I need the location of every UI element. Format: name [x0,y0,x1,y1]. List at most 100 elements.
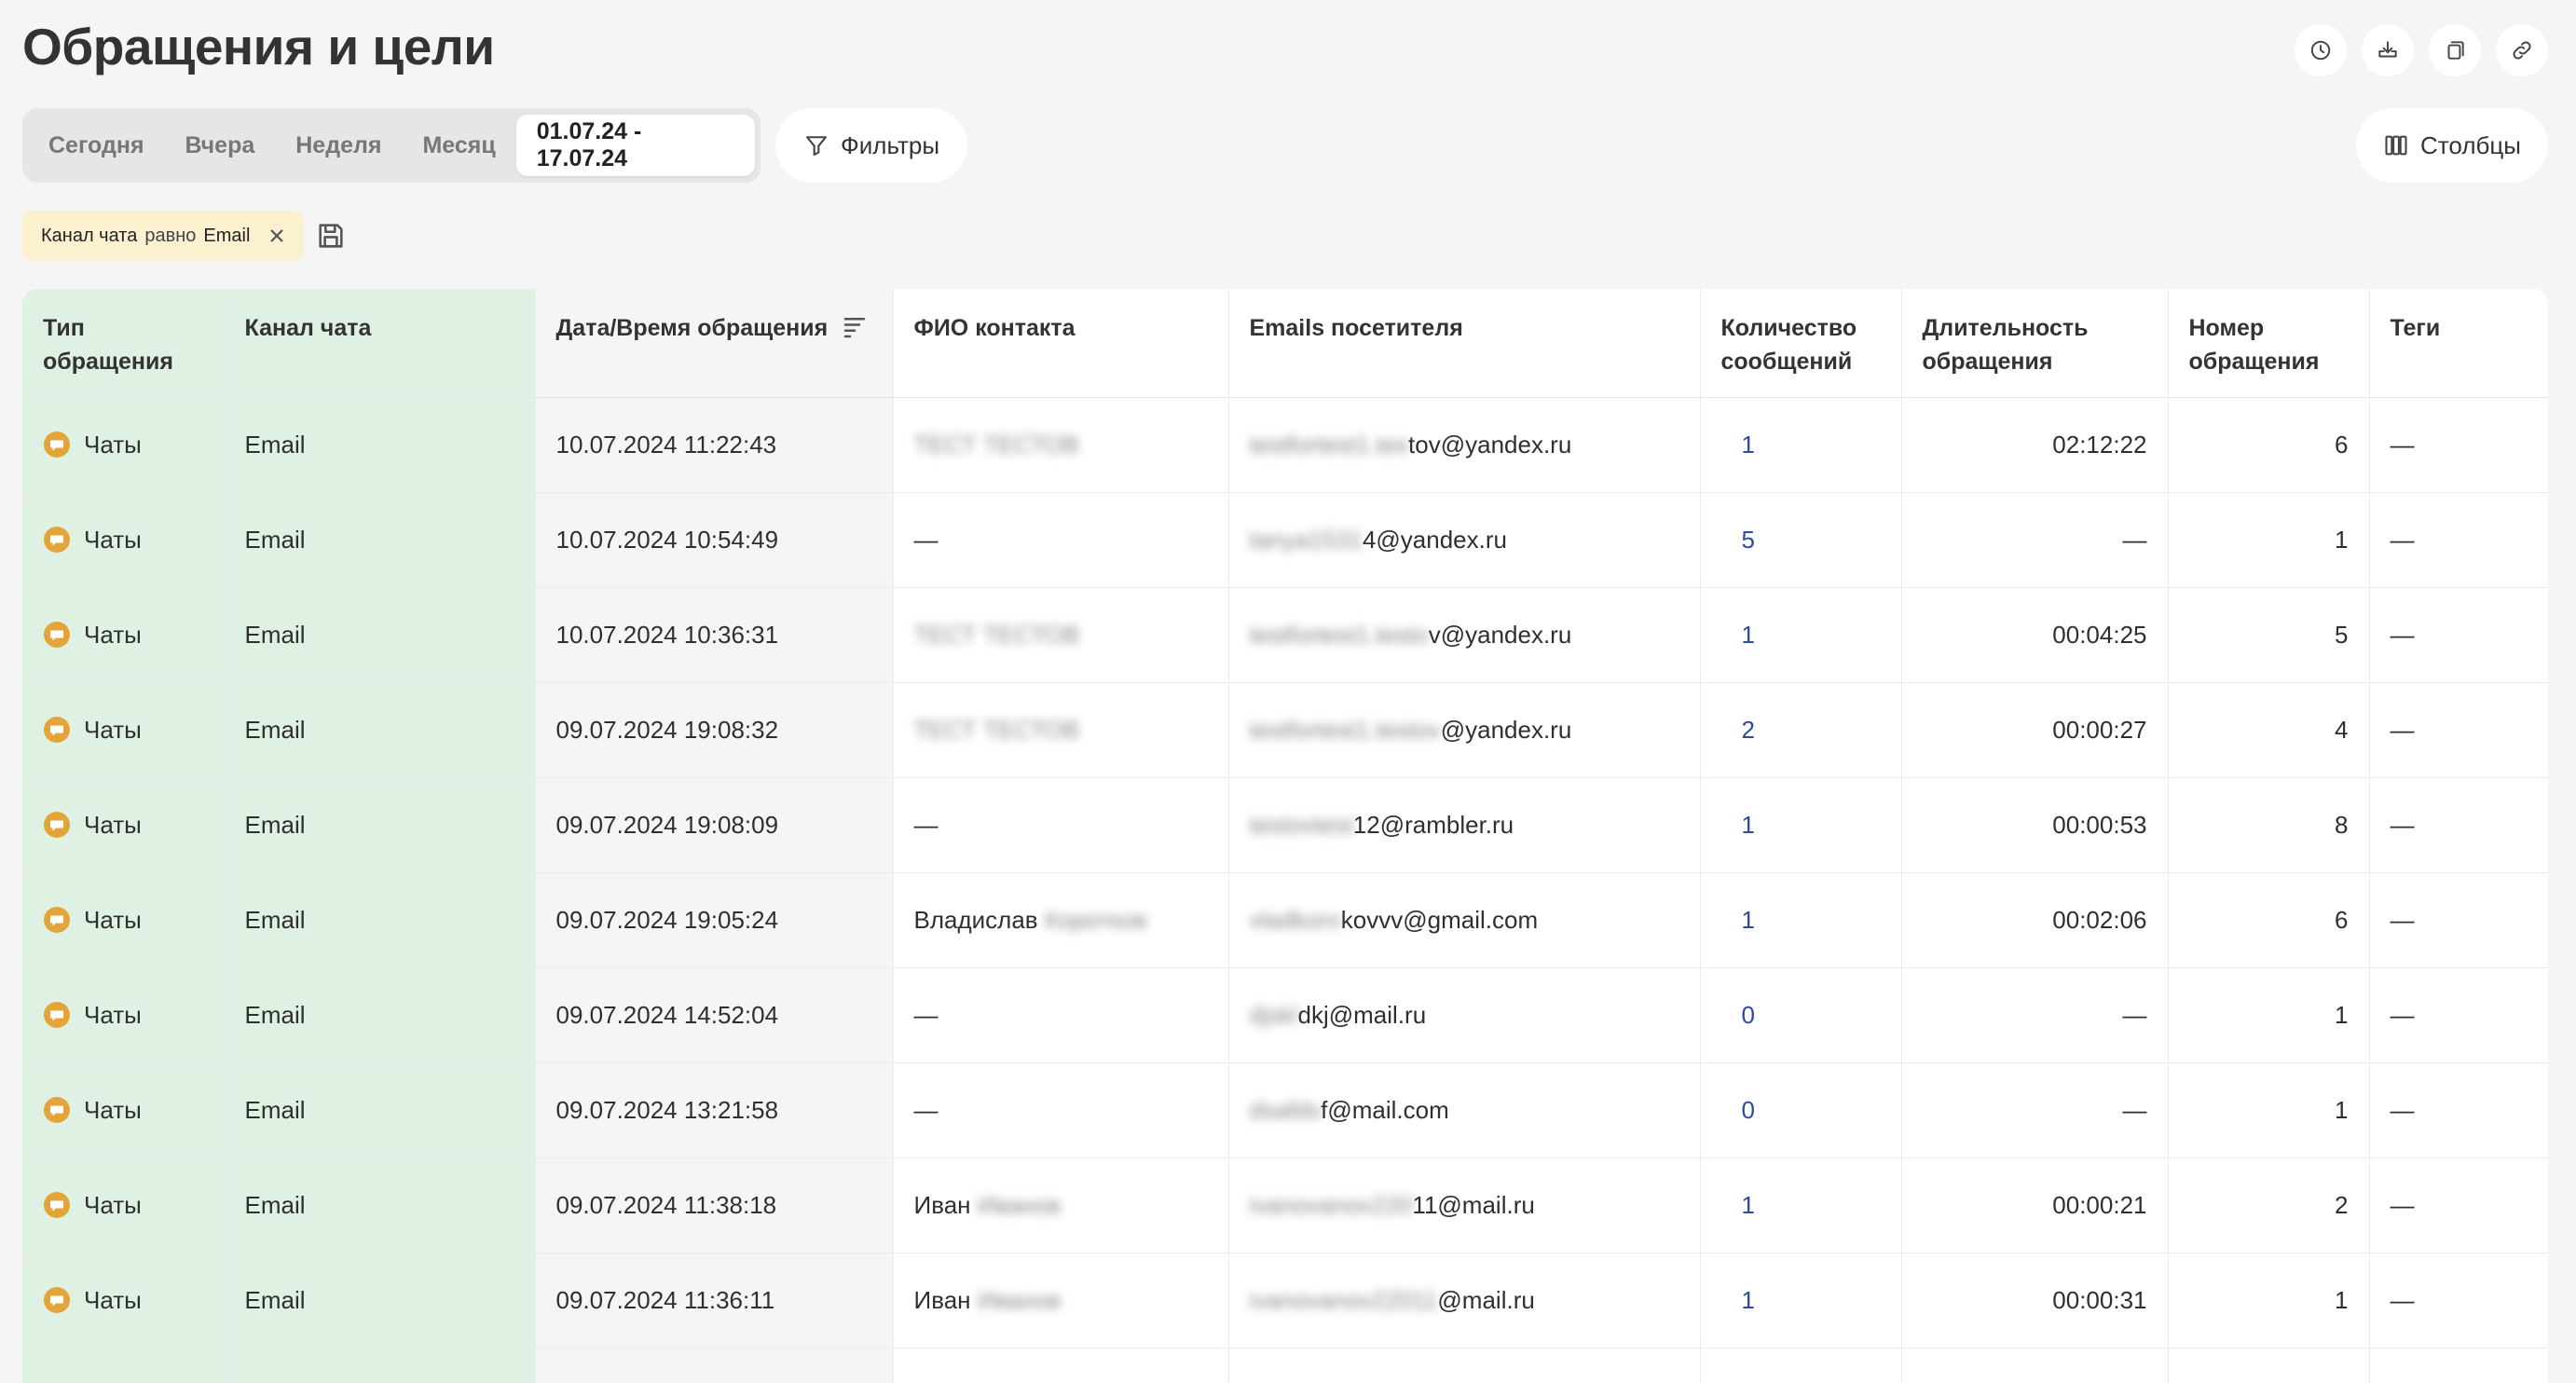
type-label: Чаты [84,1095,142,1124]
table-row[interactable]: Чаты Email 09.07.2024 19:08:09 — testovt… [22,777,2548,873]
chat-icon [44,812,70,838]
cell-messages[interactable]: 1 [1700,587,1902,683]
cell-tags: — [2369,1253,2548,1349]
column-header-name[interactable]: ФИО контакта [893,289,1229,398]
column-header-type[interactable]: Тип обращения [22,289,225,398]
name-visible: Иван [913,1285,971,1314]
filter-chip-operator: равно [144,225,197,246]
cell-channel: Email [224,587,536,683]
column-header-messages[interactable]: Количество сообщений [1700,289,1902,398]
download-button[interactable] [2362,24,2414,76]
cell-number: 1 [2168,967,2370,1063]
column-header-datetime-label: Дата/Время обращения [555,315,829,341]
table-row[interactable]: Чаты Email 09.07.2024 13:21:58 — dsafdsf… [22,1062,2548,1158]
cell-channel: Email [224,1062,536,1158]
columns-button[interactable]: Столбцы [2356,108,2548,183]
remove-filter-button[interactable] [268,227,285,244]
cell-number: 1 [2168,1062,2370,1158]
name-blurred: Коротков [1044,905,1147,934]
cell-duration: — [1901,492,2169,588]
column-header-duration[interactable]: Длительность обращения [1901,289,2169,398]
cell-name: ТЕСТ ТЕСТОВ [893,587,1229,683]
cell-type: Чаты [22,967,225,1063]
cell-messages[interactable]: 1 [1700,397,1902,493]
table-row[interactable]: Чаты Email 09.07.2024 19:08:32 ТЕСТ ТЕСТ… [22,682,2548,778]
cell-email: ivanovanov22011@mail.ru [1228,1157,1701,1253]
email-blurred: ivanovanov220 [1249,1190,1413,1219]
type-label: Чаты [84,1000,142,1029]
email-visible: tov@yandex.ru [1408,430,1572,459]
save-filter-button[interactable] [315,220,347,252]
cell-messages[interactable]: 1 [1700,1157,1902,1253]
cell-tags: — [2369,397,2548,493]
cell-messages[interactable]: 1 [1700,1253,1902,1349]
empty-cell [224,1348,536,1383]
cell-tags: — [2369,967,2548,1063]
cell-number: 4 [2168,682,2370,778]
table-row[interactable]: Чаты Email 10.07.2024 10:54:49 — tanya15… [22,492,2548,588]
period-tab-today[interactable]: Сегодня [28,115,165,176]
copy-button[interactable] [2429,24,2481,76]
table-row[interactable]: Чаты Email 09.07.2024 19:05:24 Владислав… [22,872,2548,968]
empty-cell [1901,1348,2169,1383]
cell-tags: — [2369,1157,2548,1253]
name-blurred: ТЕСТ ТЕСТОВ [913,430,1080,459]
period-tab-month[interactable]: Месяц [402,115,515,176]
cell-duration: 00:02:06 [1901,872,2169,968]
filter-chip-value: Email [203,225,251,246]
filters-button-label: Фильтры [840,130,940,159]
cell-messages[interactable]: 2 [1700,682,1902,778]
column-header-datetime[interactable]: Дата/Время обращения [535,289,894,398]
table-row[interactable]: Чаты Email 09.07.2024 14:52:04 — djskldk… [22,967,2548,1063]
columns-button-label: Столбцы [2420,130,2521,159]
cell-number: 5 [2168,587,2370,683]
table-row[interactable]: Чаты Email 10.07.2024 10:36:31 ТЕСТ ТЕСТ… [22,587,2548,683]
email-blurred: testfortest1.testo [1249,620,1429,649]
cell-email: testfortest1.testov@yandex.ru [1228,682,1701,778]
email-visible: 12@rambler.ru [1352,810,1514,839]
cell-duration: 02:12:22 [1901,397,2169,493]
filters-button[interactable]: Фильтры [775,108,967,183]
link-button[interactable] [2496,24,2548,76]
period-tab-yesterday[interactable]: Вчера [165,115,276,176]
cell-datetime: 10.07.2024 10:54:49 [535,492,894,588]
filter-chip[interactable]: Канал чата равно Email [22,211,305,261]
name-visible: — [913,1000,939,1029]
chat-icon [44,1002,70,1028]
cell-name: — [893,1062,1229,1158]
cell-messages[interactable]: 1 [1700,777,1902,873]
period-tab-week[interactable]: Неделя [275,115,402,176]
name-visible: Иван [913,1190,971,1219]
chat-icon [44,622,70,648]
type-label: Чаты [84,620,142,649]
column-header-email[interactable]: Emails посетителя [1228,289,1701,398]
cell-datetime: 10.07.2024 11:22:43 [535,397,894,493]
table-row[interactable]: Чаты Email 09.07.2024 11:36:11 Иван Иван… [22,1253,2548,1349]
sort-icon[interactable] [841,313,869,341]
column-header-channel[interactable]: Канал чата [224,289,536,398]
column-header-tags[interactable]: Теги [2369,289,2548,398]
cell-number: 1 [2168,1253,2370,1349]
email-visible: @mail.ru [1437,1285,1535,1314]
period-tab-custom-range[interactable]: 01.07.24 - 17.07.24 [515,115,755,176]
table-row[interactable]: Чаты Email 10.07.2024 11:22:43 ТЕСТ ТЕСТ… [22,397,2548,493]
email-visible: @yandex.ru [1440,715,1572,744]
history-button[interactable] [2295,24,2347,76]
cell-number: 8 [2168,777,2370,873]
table-row[interactable]: Чаты Email 09.07.2024 11:38:18 Иван Иван… [22,1157,2548,1253]
cell-messages[interactable]: 0 [1700,967,1902,1063]
period-selector: Сегодня Вчера Неделя Месяц 01.07.24 - 17… [22,108,760,183]
column-header-number[interactable]: Номер обращения [2168,289,2370,398]
cell-name: Иван Иванов [893,1157,1229,1253]
cell-messages[interactable]: 1 [1700,872,1902,968]
cell-datetime: 09.07.2024 19:08:32 [535,682,894,778]
email-visible: 4@yandex.ru [1362,525,1507,554]
name-visible: — [913,1095,939,1124]
email-visible: dkj@mail.ru [1297,1000,1427,1029]
name-visible: — [913,525,939,554]
cell-channel: Email [224,1157,536,1253]
columns-icon [2385,135,2407,156]
email-visible: f@mail.com [1321,1095,1449,1124]
cell-messages[interactable]: 5 [1700,492,1902,588]
cell-messages[interactable]: 0 [1700,1062,1902,1158]
